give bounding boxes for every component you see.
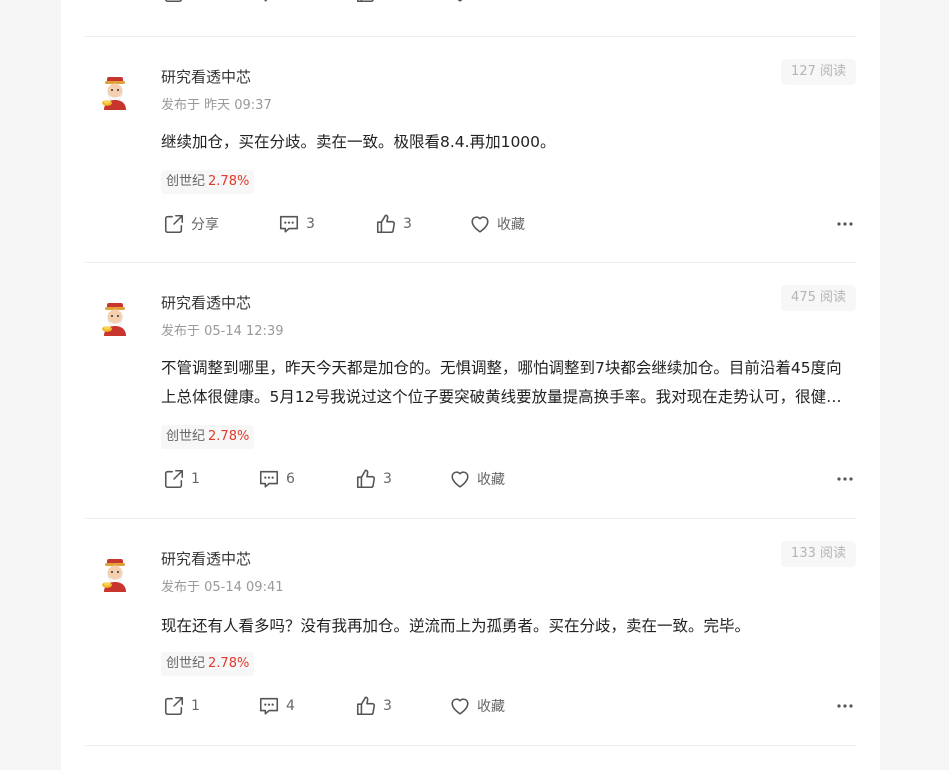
post-content[interactable]: 继续加仓，买在分歧。卖在一致。极限看8.4.再加1000。	[161, 128, 856, 157]
share-icon	[163, 468, 185, 490]
favorite-button[interactable]: 收藏	[469, 211, 525, 237]
favorite-icon	[449, 0, 471, 4]
comment-icon	[278, 213, 300, 235]
comment-button[interactable]: 3	[278, 211, 315, 237]
like-count: 3	[383, 471, 392, 487]
author-name[interactable]: 研究看透中芯	[161, 66, 251, 87]
share-count: 1	[191, 698, 200, 714]
comment-icon	[258, 695, 280, 717]
share-button[interactable]: 1	[163, 466, 200, 492]
post-partial-top: 6 1 收藏	[85, 0, 856, 37]
post-content[interactable]: 不管调整到哪里，昨天今天都是加仓的。无惧调整，哪怕调整到7块都会继续加仓。目前沿…	[161, 354, 856, 412]
share-label: 分享	[191, 217, 219, 233]
comment-count: 6	[286, 471, 295, 487]
share-button[interactable]	[163, 0, 191, 6]
favorite-button[interactable]: 收藏	[449, 693, 505, 719]
like-icon	[355, 695, 377, 717]
share-count: 1	[191, 471, 200, 487]
comment-count: 3	[306, 216, 315, 232]
author-name[interactable]: 研究看透中芯	[161, 548, 251, 569]
like-button[interactable]: 1	[355, 0, 392, 6]
avatar[interactable]	[94, 298, 136, 340]
post-time: 发布于 05-14 12:39	[161, 324, 284, 339]
comment-count: 6	[286, 0, 295, 1]
favorite-label: 收藏	[477, 472, 505, 488]
like-icon	[355, 0, 377, 4]
stock-change: 2.78%	[208, 656, 250, 671]
favorite-icon	[469, 213, 491, 235]
more-icon	[836, 221, 854, 227]
share-button[interactable]: 分享	[163, 211, 219, 237]
stock-name: 创世纪	[166, 656, 206, 671]
stock-tag[interactable]: 创世纪 2.78%	[161, 425, 255, 449]
comment-button[interactable]: 6	[258, 0, 295, 6]
more-button[interactable]	[836, 211, 854, 237]
favorite-label: 收藏	[497, 217, 525, 233]
avatar[interactable]	[94, 72, 136, 114]
comment-button[interactable]: 4	[258, 693, 295, 719]
stock-change: 2.78%	[208, 174, 250, 189]
read-count-badge: 475 阅读	[781, 285, 856, 311]
post-time: 发布于 昨天 09:37	[161, 98, 272, 113]
read-count-badge: 133 阅读	[781, 541, 856, 567]
favorite-label: 收藏	[477, 699, 505, 715]
stock-tag[interactable]: 创世纪 2.78%	[161, 170, 255, 194]
comment-icon	[258, 0, 280, 4]
avatar[interactable]	[94, 554, 136, 596]
like-icon	[375, 213, 397, 235]
share-icon	[163, 695, 185, 717]
comment-count: 4	[286, 698, 295, 714]
stock-change: 2.78%	[208, 429, 250, 444]
post-actions: 1 6 3 收藏	[85, 466, 856, 492]
like-button[interactable]: 3	[355, 693, 392, 719]
feed-panel: 6 1 收藏 研究看透中芯 发布于 昨天 09:37 127 阅读 继续加仓，买…	[61, 0, 880, 770]
share-icon	[163, 213, 185, 235]
more-button[interactable]	[836, 693, 854, 719]
comment-icon	[258, 468, 280, 490]
post-actions: 6 1 收藏	[85, 0, 856, 6]
post-time: 发布于 05-14 09:41	[161, 580, 284, 595]
favorite-icon	[449, 468, 471, 490]
post-card: 研究看透中芯 发布于 昨天 09:37 127 阅读 继续加仓，买在分歧。卖在一…	[85, 37, 856, 263]
favorite-icon	[449, 695, 471, 717]
feed-list: 6 1 收藏 研究看透中芯 发布于 昨天 09:37 127 阅读 继续加仓，买…	[85, 0, 856, 746]
share-button[interactable]: 1	[163, 693, 200, 719]
share-icon	[163, 0, 185, 4]
like-count: 3	[383, 698, 392, 714]
stock-name: 创世纪	[166, 429, 206, 444]
like-icon	[355, 468, 377, 490]
post-actions: 1 4 3 收藏	[85, 693, 856, 719]
post-card: 研究看透中芯 发布于 05-14 09:41 133 阅读 现在还有人看多吗？没…	[85, 519, 856, 746]
stock-tag[interactable]: 创世纪 2.78%	[161, 652, 255, 676]
like-button[interactable]: 3	[375, 211, 412, 237]
more-icon	[836, 703, 854, 709]
more-button[interactable]	[836, 466, 854, 492]
read-count-badge: 127 阅读	[781, 59, 856, 85]
favorite-label: 收藏	[477, 0, 505, 3]
comment-button[interactable]: 6	[258, 466, 295, 492]
more-icon	[836, 476, 854, 482]
like-count: 3	[403, 216, 412, 232]
post-card: 研究看透中芯 发布于 05-14 12:39 475 阅读 不管调整到哪里，昨天…	[85, 263, 856, 519]
post-content[interactable]: 现在还有人看多吗？没有我再加仓。逆流而上为孤勇者。买在分歧，卖在一致。完毕。	[161, 612, 856, 641]
favorite-button[interactable]: 收藏	[449, 0, 505, 6]
like-button[interactable]: 3	[355, 466, 392, 492]
favorite-button[interactable]: 收藏	[449, 466, 505, 492]
like-count: 1	[383, 0, 392, 1]
author-name[interactable]: 研究看透中芯	[161, 292, 251, 313]
stock-name: 创世纪	[166, 174, 206, 189]
post-actions: 分享 3 3 收藏	[85, 211, 856, 237]
